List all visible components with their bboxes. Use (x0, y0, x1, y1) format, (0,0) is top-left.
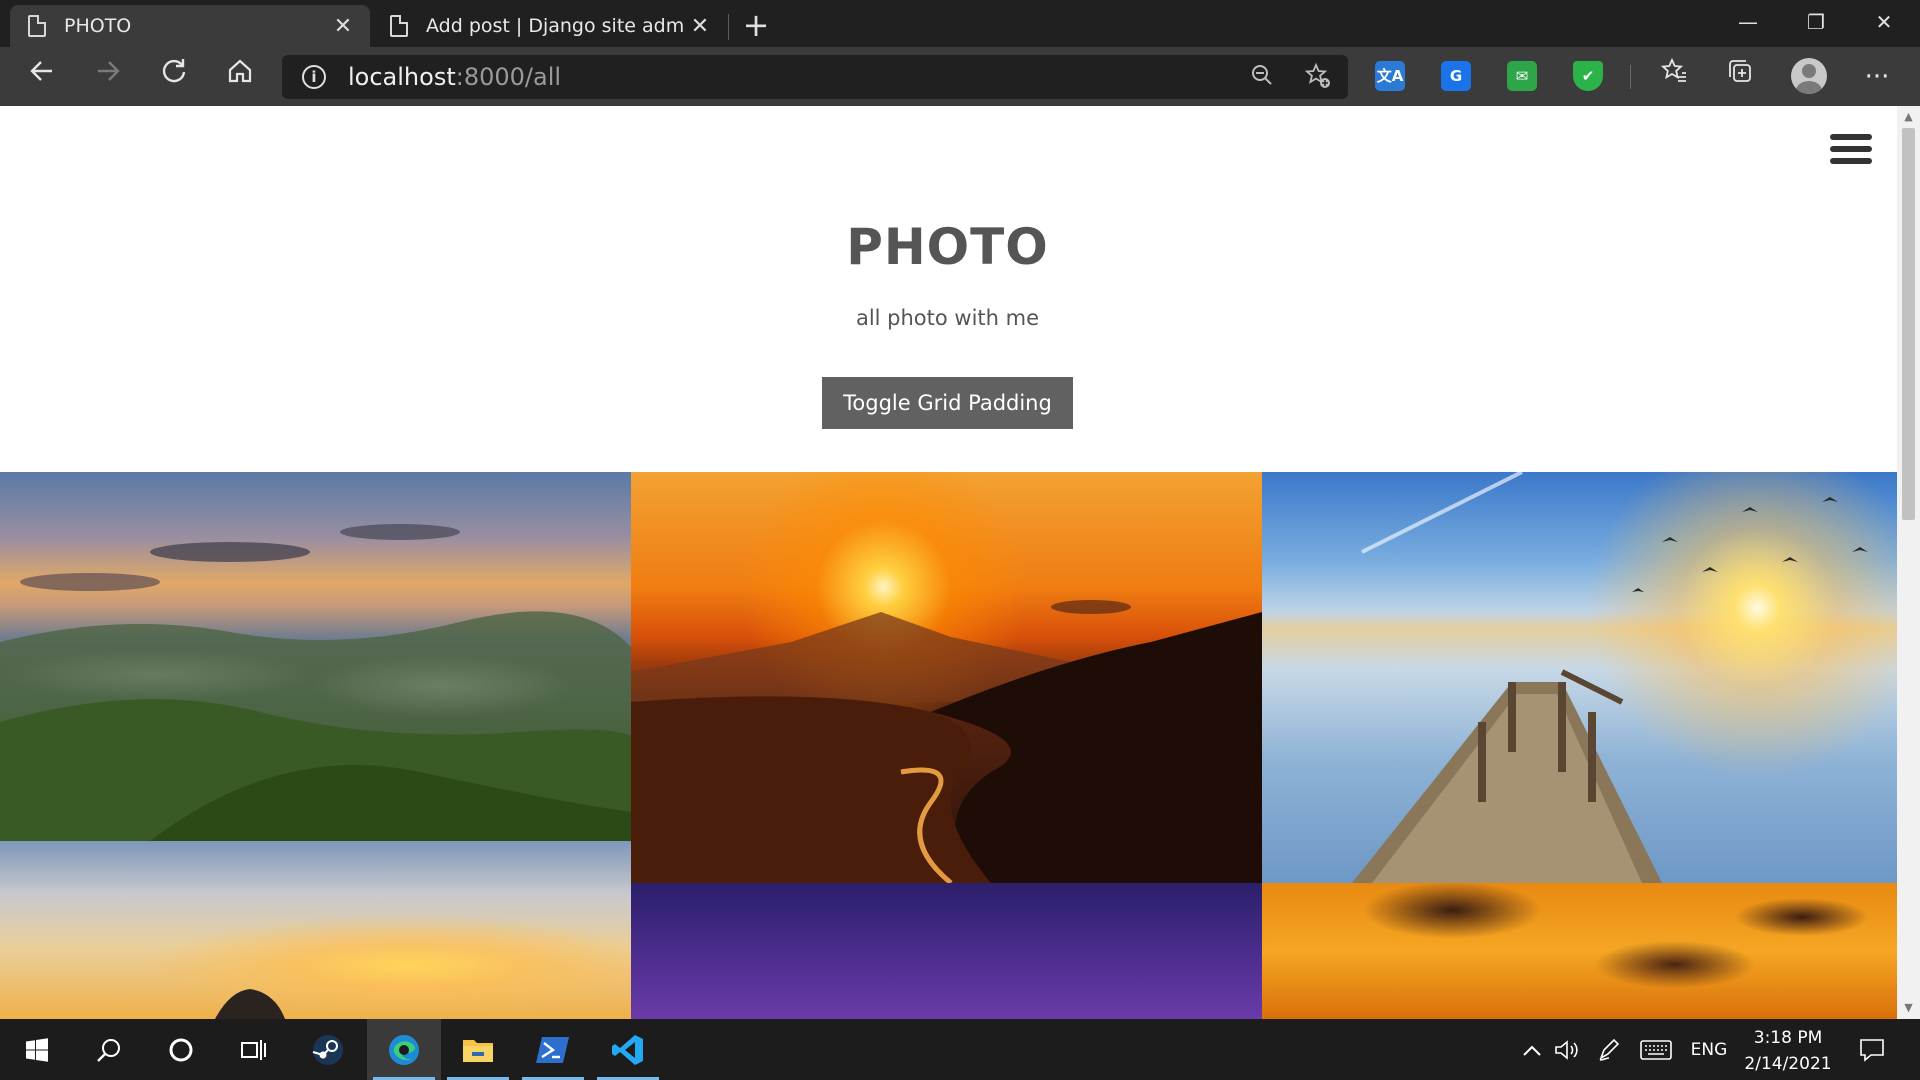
clock[interactable]: 3:18 PM 2/14/2021 (1728, 1025, 1848, 1077)
vscode-icon[interactable] (591, 1019, 665, 1080)
home-icon[interactable] (220, 57, 260, 97)
page-title: PHOTO (846, 218, 1049, 276)
tab-photo[interactable]: PHOTO ✕ (10, 5, 370, 47)
start-icon[interactable] (0, 1019, 74, 1080)
collections-icon[interactable] (1720, 57, 1760, 97)
powershell-icon[interactable] (516, 1019, 590, 1080)
favorites-icon[interactable] (1654, 57, 1694, 97)
scroll-down-icon[interactable]: ▼ (1897, 999, 1920, 1017)
profile-avatar[interactable] (1791, 58, 1827, 94)
windows-taskbar: ENG 3:18 PM 2/14/2021 (0, 1019, 1920, 1080)
translate-icon[interactable]: 文A (1375, 61, 1405, 91)
notifications-icon[interactable] (1852, 1019, 1892, 1080)
page-viewport: PHOTO all photo with me Toggle Grid Padd… (0, 106, 1920, 1019)
orange-clouds-photo[interactable] (1262, 883, 1897, 1019)
sunset-sky-photo[interactable] (0, 841, 631, 1019)
add-favorite-icon[interactable] (1304, 62, 1332, 91)
clock-time: 3:18 PM (1753, 1028, 1823, 1048)
address-bar[interactable]: i localhost:8000/all (282, 55, 1348, 99)
scroll-up-icon[interactable]: ▲ (1897, 108, 1920, 126)
close-window-button[interactable]: ✕ (1852, 0, 1916, 44)
back-icon[interactable] (22, 57, 62, 97)
pen-workspace-icon[interactable] (1594, 1019, 1624, 1080)
page-scrollbar[interactable]: ▲ ▼ (1897, 106, 1920, 1019)
tab-strip: PHOTO ✕ Add post | Django site admin ✕ +… (0, 0, 1920, 47)
page-icon (28, 15, 46, 37)
search-icon[interactable] (72, 1019, 146, 1080)
forward-icon[interactable] (88, 57, 128, 97)
tab-title: Add post | Django site admin (426, 15, 685, 37)
tab-separator (728, 14, 729, 40)
mail-extension-icon[interactable]: ✉ (1507, 61, 1537, 91)
minimize-button[interactable]: — (1716, 0, 1780, 44)
file-explorer-icon[interactable] (441, 1019, 515, 1080)
volume-icon[interactable] (1552, 1019, 1582, 1080)
refresh-icon[interactable] (154, 57, 194, 97)
keyboard-icon[interactable] (1638, 1019, 1674, 1080)
task-view-icon[interactable] (216, 1019, 290, 1080)
mountain-clouds-photo[interactable] (0, 472, 631, 841)
info-icon[interactable]: i (302, 65, 326, 89)
new-tab-button[interactable]: + (738, 7, 774, 43)
google-translate-icon[interactable]: G (1441, 61, 1471, 91)
purple-night-sky-photo[interactable] (631, 883, 1262, 1019)
url-text[interactable]: localhost:8000/all (348, 63, 561, 91)
language-indicator[interactable]: ENG (1684, 1019, 1734, 1080)
close-tab-icon[interactable]: ✕ (685, 14, 715, 39)
menu-icon[interactable] (1830, 134, 1874, 172)
clock-date: 2/14/2021 (1744, 1054, 1832, 1074)
cortana-icon[interactable] (144, 1019, 218, 1080)
scrollbar-thumb[interactable] (1902, 128, 1915, 520)
toggle-grid-padding-button[interactable]: Toggle Grid Padding (822, 377, 1073, 429)
tab-title: PHOTO (64, 15, 132, 37)
page-subtitle: all photo with me (855, 306, 1040, 330)
show-hidden-icons-icon[interactable] (1518, 1019, 1546, 1080)
steam-icon[interactable] (291, 1019, 365, 1080)
sunset-beach-photo[interactable] (631, 472, 1262, 883)
shield-extension-icon[interactable]: ✔ (1573, 61, 1603, 91)
restore-button[interactable]: ❐ (1784, 0, 1848, 44)
edge-icon[interactable] (367, 1019, 441, 1080)
tab-django-admin[interactable]: Add post | Django site admin ✕ (372, 5, 727, 47)
pier-lake-photo[interactable] (1262, 472, 1897, 883)
page-icon (390, 15, 408, 37)
close-tab-icon[interactable]: ✕ (328, 14, 358, 39)
browser-toolbar: i localhost:8000/all 文A G ✉ ✔ ··· (0, 47, 1920, 106)
more-options-icon[interactable]: ··· (1857, 57, 1897, 97)
toolbar-divider (1630, 65, 1631, 89)
zoom-out-icon[interactable] (1248, 63, 1276, 91)
